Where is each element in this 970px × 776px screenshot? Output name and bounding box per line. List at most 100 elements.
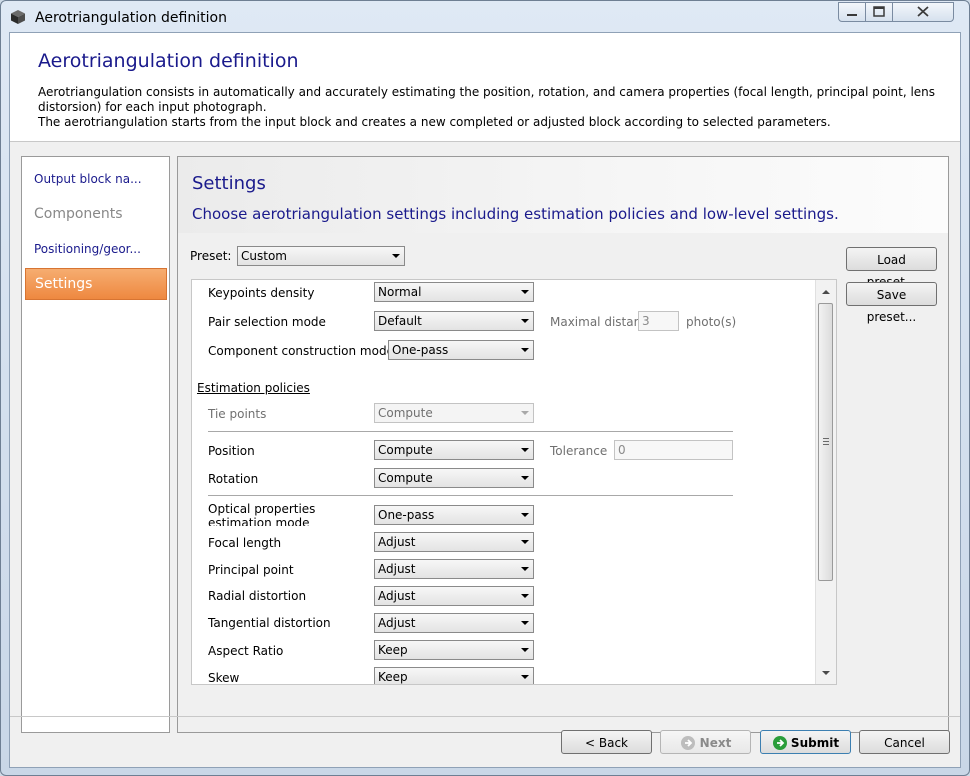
- chevron-down-icon: [521, 594, 529, 598]
- tie-points-value: Compute: [378, 406, 433, 420]
- scrollbar-thumb[interactable]: [818, 303, 833, 581]
- back-button[interactable]: < Back: [561, 730, 652, 754]
- chevron-down-icon: [521, 513, 529, 517]
- maximize-button[interactable]: [865, 2, 893, 22]
- tie-points-dropdown: Compute: [374, 403, 534, 423]
- optical-properties-dropdown[interactable]: One-pass: [374, 505, 534, 525]
- settings-panel-header: Settings Choose aerotriangulation settin…: [178, 157, 948, 233]
- scroll-up-arrow-icon[interactable]: [822, 290, 830, 294]
- sidebar-item-positioning[interactable]: Positioning/geor...: [25, 233, 167, 265]
- load-preset-button[interactable]: Load preset...: [846, 247, 937, 289]
- rotation-label: Rotation: [208, 472, 259, 486]
- chevron-down-icon: [521, 448, 529, 452]
- radial-distortion-dropdown[interactable]: Adjust: [374, 586, 534, 606]
- section-divider: [208, 431, 733, 432]
- keypoints-density-label: Keypoints density: [208, 286, 315, 300]
- position-dropdown[interactable]: Compute: [374, 440, 534, 460]
- sidebar-item-settings[interactable]: Settings: [25, 268, 167, 300]
- minimize-button[interactable]: [838, 2, 866, 22]
- settings-subtitle: Choose aerotriangulation settings includ…: [192, 205, 839, 223]
- optical-properties-label: Optical properties estimation mode: [208, 502, 348, 526]
- component-construction-mode-label: Component construction mode: [208, 344, 394, 358]
- minimize-icon: [847, 14, 857, 16]
- wizard-sidebar: Output block na... Components Positionin…: [21, 156, 170, 733]
- optical-properties-label-line-1: Optical properties: [208, 502, 316, 516]
- page-title: Aerotriangulation definition: [38, 50, 299, 72]
- chevron-down-icon: [521, 567, 529, 571]
- skew-dropdown[interactable]: Keep: [374, 667, 534, 684]
- focal-length-value: Adjust: [378, 535, 416, 549]
- pair-selection-mode-dropdown[interactable]: Default: [374, 311, 534, 331]
- tolerance-input[interactable]: 0: [614, 440, 733, 460]
- maximal-distance-unit: photo(s): [686, 315, 737, 329]
- tangential-distortion-value: Adjust: [378, 616, 416, 630]
- principal-point-label: Principal point: [208, 563, 294, 577]
- principal-point-dropdown[interactable]: Adjust: [374, 559, 534, 579]
- tangential-distortion-label: Tangential distortion: [208, 616, 331, 630]
- component-construction-mode-value: One-pass: [392, 343, 449, 357]
- chevron-down-icon: [521, 675, 529, 679]
- chevron-down-icon: [521, 476, 529, 480]
- settings-scroll-area[interactable]: Keypoints density Normal Pair selection …: [191, 279, 837, 685]
- next-label: Next: [699, 736, 732, 750]
- keypoints-density-value: Normal: [378, 285, 422, 299]
- preset-value: Custom: [241, 249, 287, 263]
- pair-selection-mode-label: Pair selection mode: [208, 315, 326, 329]
- chevron-down-icon: [521, 411, 529, 415]
- window: Aerotriangulation definition Aerotriangu…: [0, 0, 970, 776]
- next-arrow-icon: [680, 736, 695, 750]
- optical-properties-value: One-pass: [378, 508, 435, 522]
- settings-title: Settings: [192, 173, 266, 194]
- dialog-header: Aerotriangulation definition Aerotriangu…: [10, 33, 960, 142]
- cancel-button[interactable]: Cancel: [859, 730, 950, 754]
- close-icon: [917, 6, 929, 17]
- window-title: Aerotriangulation definition: [35, 10, 227, 26]
- sidebar-item-components: Components: [34, 206, 123, 222]
- chevron-down-icon: [521, 319, 529, 323]
- tie-points-label: Tie points: [208, 407, 267, 421]
- aspect-ratio-dropdown[interactable]: Keep: [374, 640, 534, 660]
- maximal-distance-input[interactable]: 3: [638, 311, 679, 331]
- tolerance-label: Tolerance: [550, 444, 608, 458]
- focal-length-dropdown[interactable]: Adjust: [374, 532, 534, 552]
- chevron-down-icon: [521, 648, 529, 652]
- optical-properties-label-line-2: estimation mode: [208, 516, 310, 526]
- title-bar[interactable]: Aerotriangulation definition: [1, 1, 969, 33]
- description-line-2: The aerotriangulation starts from the in…: [38, 115, 831, 129]
- vertical-scrollbar[interactable]: [815, 280, 836, 684]
- grip-icon: [823, 438, 829, 445]
- chevron-down-icon: [521, 348, 529, 352]
- focal-length-label: Focal length: [208, 536, 282, 550]
- principal-point-value: Adjust: [378, 562, 416, 576]
- footer-divider: [10, 716, 960, 717]
- keypoints-density-dropdown[interactable]: Normal: [374, 282, 534, 302]
- scroll-down-arrow-icon[interactable]: [822, 671, 830, 675]
- component-construction-mode-dropdown[interactable]: One-pass: [388, 340, 534, 360]
- pair-selection-mode-value: Default: [378, 314, 422, 328]
- aspect-ratio-value: Keep: [378, 643, 408, 657]
- sidebar-item-output-block-name[interactable]: Output block na...: [25, 163, 167, 195]
- next-button[interactable]: Next: [660, 730, 751, 754]
- radial-distortion-label: Radial distortion: [208, 589, 307, 603]
- submit-button[interactable]: Submit: [760, 730, 851, 754]
- chevron-down-icon: [392, 254, 400, 258]
- tangential-distortion-dropdown[interactable]: Adjust: [374, 613, 534, 633]
- rotation-dropdown[interactable]: Compute: [374, 468, 534, 488]
- preset-dropdown[interactable]: Custom: [237, 246, 405, 266]
- save-preset-button[interactable]: Save preset...: [846, 282, 937, 324]
- aspect-ratio-label: Aspect Ratio: [208, 644, 284, 658]
- submit-arrow-icon: [772, 736, 787, 750]
- maximize-icon: [873, 6, 885, 17]
- close-button[interactable]: [892, 2, 954, 22]
- radial-distortion-value: Adjust: [378, 589, 416, 603]
- chevron-down-icon: [521, 621, 529, 625]
- skew-value: Keep: [378, 670, 408, 684]
- description-line-1: Aerotriangulation consists in automatica…: [38, 85, 936, 114]
- chevron-down-icon: [521, 540, 529, 544]
- skew-label: Skew: [208, 671, 240, 685]
- position-label: Position: [208, 444, 255, 458]
- preset-label: Preset:: [190, 249, 232, 263]
- chevron-down-icon: [521, 290, 529, 294]
- maximal-distance-label: Maximal distar: [550, 315, 639, 329]
- section-divider: [208, 495, 733, 496]
